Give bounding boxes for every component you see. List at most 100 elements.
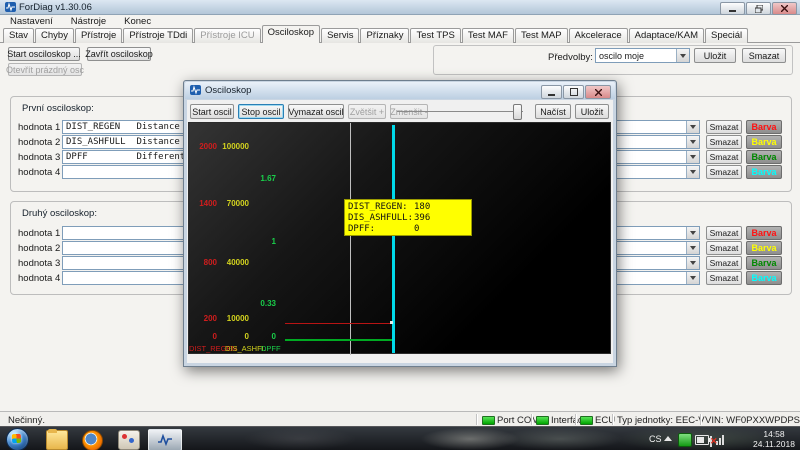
ecu-led: [580, 416, 593, 425]
osc-load-button[interactable]: Načíst: [535, 104, 571, 119]
tab-test-map[interactable]: Test MAP: [515, 28, 568, 43]
green-axis-tick: 0.33: [247, 299, 276, 308]
fordiag-taskbar-button[interactable]: [148, 429, 182, 450]
g2-row1-smazat-button[interactable]: Smazat: [706, 226, 742, 240]
osc-window-title: Osciloskop: [205, 85, 251, 96]
clock[interactable]: 14:58 24.11.2018: [750, 429, 798, 449]
tab-akcelerace[interactable]: Akcelerace: [569, 28, 628, 43]
paint-icon[interactable]: [118, 430, 140, 450]
close-button[interactable]: [772, 2, 797, 15]
minimize-button[interactable]: [720, 2, 745, 15]
chevron-down-icon[interactable]: [686, 257, 699, 269]
g2-row1-label: hodnota 1: [18, 228, 60, 239]
g2-row2-smazat-button[interactable]: Smazat: [706, 241, 742, 255]
chevron-down-icon[interactable]: [676, 49, 689, 62]
yellow-axis-tick: 0: [221, 332, 249, 341]
start-osciloskop-button[interactable]: Start osciloskop ...: [8, 47, 80, 61]
g2-row2-barva-button[interactable]: Barva: [746, 241, 782, 255]
language-indicator[interactable]: CS: [649, 434, 662, 444]
tab-pristroje-tddi[interactable]: Přístroje TDdi: [123, 28, 193, 43]
menu-nastaveni[interactable]: Nastavení: [8, 16, 55, 27]
restore-button[interactable]: [746, 2, 771, 15]
menu-konec[interactable]: Konec: [122, 16, 153, 27]
chevron-down-icon[interactable]: [686, 136, 699, 148]
presets-label: Předvolby:: [548, 52, 593, 63]
g2-row4-barva-button[interactable]: Barva: [746, 271, 782, 285]
osc-maximize-button[interactable]: [563, 85, 584, 99]
explorer-icon[interactable]: [46, 430, 68, 450]
tab-stav[interactable]: Stav: [3, 28, 34, 43]
red-axis-tick: 2000: [191, 142, 217, 151]
green-axis-tick: 1: [247, 237, 276, 246]
status-unit: Typ jednotky: EEC-V: [617, 415, 705, 426]
chevron-down-icon[interactable]: [686, 227, 699, 239]
tab-test-tps[interactable]: Test TPS: [410, 28, 460, 43]
osc-stop-button[interactable]: Stop oscil: [238, 104, 284, 119]
measure-cursor-line[interactable]: [350, 123, 351, 355]
g2-row4-smazat-button[interactable]: Smazat: [706, 271, 742, 285]
g1-row1-label: hodnota 1: [18, 122, 60, 133]
cursor-intersection-dot: [390, 321, 393, 324]
zavrit-osciloskop-button[interactable]: Zavřít osciloskop: [87, 47, 151, 61]
osc-start-button[interactable]: Start oscil: [190, 104, 234, 119]
network-disconnected-x: ✕: [710, 436, 712, 447]
zoom-slider-thumb[interactable]: [513, 104, 522, 120]
tabbar: Stav Chyby Přístroje Přístroje TDdi Přís…: [3, 27, 749, 43]
tab-osciloskop[interactable]: Osciloskop: [262, 25, 320, 43]
osc-save-button[interactable]: Uložit: [575, 104, 609, 119]
red-axis-tick: 1400: [191, 199, 217, 208]
osc-window-icon: [190, 85, 201, 95]
red-axis-tick: 0: [191, 332, 217, 341]
menu-nastroje[interactable]: Nástroje: [69, 16, 108, 27]
g2-row1-barva-button[interactable]: Barva: [746, 226, 782, 240]
chevron-down-icon[interactable]: [686, 151, 699, 163]
chevron-down-icon[interactable]: [686, 166, 699, 178]
g1-row3-barva-button[interactable]: Barva: [746, 150, 782, 164]
g1-row1-barva-button[interactable]: Barva: [746, 120, 782, 134]
g2-row3-smazat-button[interactable]: Smazat: [706, 256, 742, 270]
osc-titlebar[interactable]: Osciloskop: [185, 82, 615, 99]
g1-row3-smazat-button[interactable]: Smazat: [706, 150, 742, 164]
g1-row3-label: hodnota 3: [18, 152, 60, 163]
g2-row3-barva-button[interactable]: Barva: [746, 256, 782, 270]
g1-row4-smazat-button[interactable]: Smazat: [706, 165, 742, 179]
g1-row1-smazat-button[interactable]: Smazat: [706, 120, 742, 134]
preset-value: oscilo moje: [596, 51, 676, 61]
yellow-axis-tick: 40000: [221, 258, 249, 267]
yellow-axis-tick: 10000: [221, 314, 249, 323]
tab-adaptace-kam[interactable]: Adaptace/KAM: [629, 28, 704, 43]
chevron-down-icon[interactable]: [686, 121, 699, 133]
screen: ForDiag v1.30.06 Nastavení Nástroje Kone…: [0, 0, 800, 450]
osc-minimize-button[interactable]: [541, 85, 562, 99]
firefox-icon[interactable]: [82, 430, 103, 450]
device-tray-icon[interactable]: [678, 433, 692, 447]
g1-row2-barva-button[interactable]: Barva: [746, 135, 782, 149]
tab-priznaky[interactable]: Příznaky: [360, 28, 409, 43]
tab-servis[interactable]: Servis: [321, 28, 359, 43]
g1-row2-smazat-button[interactable]: Smazat: [706, 135, 742, 149]
network-icon[interactable]: ✕: [712, 434, 726, 445]
preset-delete-button[interactable]: Smazat: [742, 48, 786, 63]
tab-chyby[interactable]: Chyby: [35, 28, 74, 43]
show-hidden-icons-button[interactable]: [664, 436, 672, 441]
red-axis-tick: 800: [191, 258, 217, 267]
tab-test-maf[interactable]: Test MAF: [462, 28, 514, 43]
start-button[interactable]: [6, 428, 29, 450]
battery-icon[interactable]: [695, 435, 709, 445]
g1-row4-barva-button[interactable]: Barva: [746, 165, 782, 179]
channel-label-dis-ashfl: DIS_ASHFL: [225, 344, 266, 353]
chevron-down-icon[interactable]: [686, 272, 699, 284]
oscilloscope-plot[interactable]: 2000 1400 800 200 0 100000 70000 40000 1…: [188, 122, 611, 354]
chevron-down-icon[interactable]: [686, 242, 699, 254]
osc-close-button[interactable]: [585, 85, 611, 99]
osc-clear-button[interactable]: Vymazat oscil: [288, 104, 344, 119]
tab-special[interactable]: Speciál: [705, 28, 748, 43]
preset-save-button[interactable]: Uložit: [694, 48, 736, 63]
g1-row4-label: hodnota 4: [18, 167, 60, 178]
window-title: ForDiag v1.30.06: [19, 2, 92, 13]
port-led: [482, 416, 495, 425]
app-icon: [5, 2, 16, 12]
tab-pristroje[interactable]: Přístroje: [75, 28, 122, 43]
preset-combobox[interactable]: oscilo moje: [595, 48, 690, 63]
zoom-slider-track[interactable]: [397, 111, 523, 112]
